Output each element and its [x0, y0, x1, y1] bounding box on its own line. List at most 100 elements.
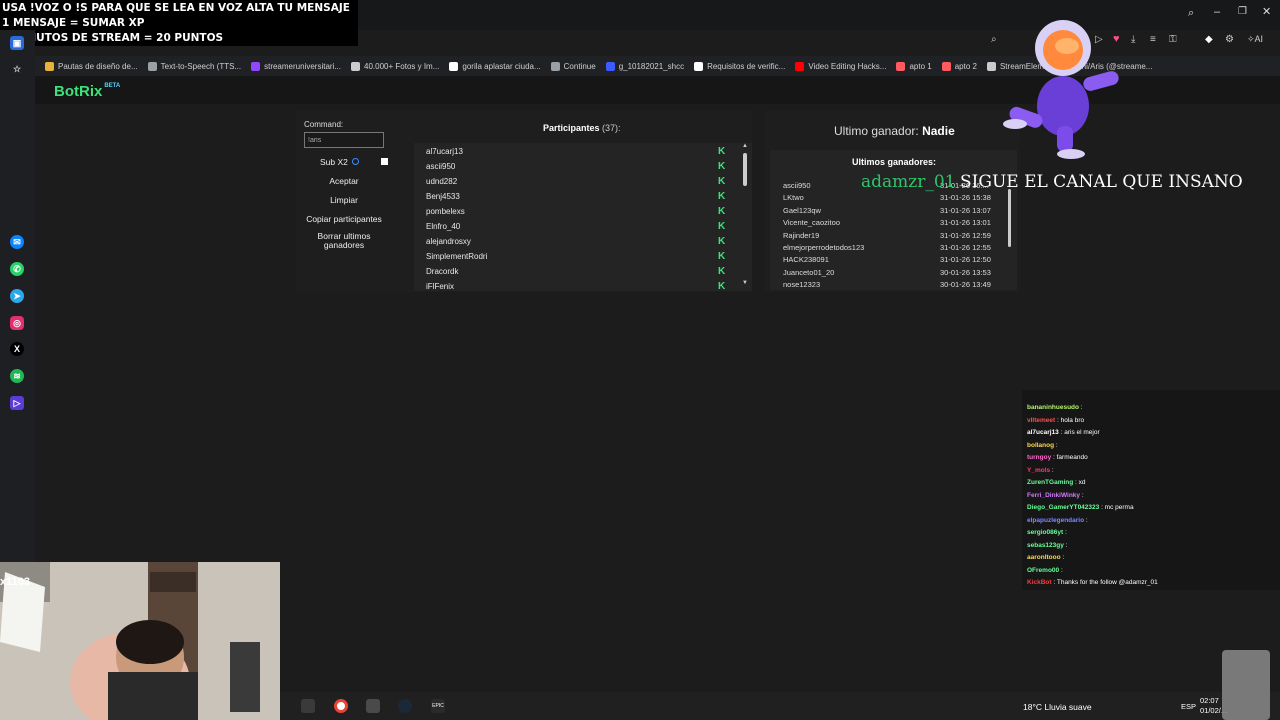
scroll-up-icon[interactable]: ▲	[742, 143, 748, 149]
botrix-logo[interactable]: BotRix BETA	[54, 83, 120, 100]
winners-list[interactable]: ascii950 31-01-26 16:... LKtwo 31-01-26 15:…	[770, 150, 1017, 290]
chat-message: KickBot : Thanks for the follow @adamzr_…	[1027, 579, 1158, 586]
participants-scroll-thumb[interactable]	[743, 153, 747, 186]
accept-button[interactable]: Aceptar	[320, 176, 368, 186]
bookmark-icon	[694, 61, 704, 71]
command-label: Command:	[304, 120, 344, 129]
menu-icon[interactable]: ≡	[1150, 34, 1156, 45]
logo-text: BotRix	[54, 83, 103, 100]
x-icon[interactable]: X	[10, 342, 24, 356]
bookmark-item[interactable]: Pautas de diseño de...	[45, 61, 138, 71]
participant-row[interactable]: Benj4533	[426, 192, 460, 201]
chat-username[interactable]: OFremo00	[1027, 567, 1059, 574]
participants-list[interactable]: al7ucarj13 Kascii950 Kudnd282 K Benj4533 Kpom…	[414, 143, 752, 291]
whatsapp-icon[interactable]: ✆	[10, 262, 24, 276]
bookmark-item[interactable]: g_10182021_shcc	[605, 61, 684, 71]
bookmark-label: 40.000+ Fotos y Im...	[364, 61, 440, 71]
clear-button[interactable]: Limpiar	[320, 195, 368, 205]
chat-username[interactable]: aaronltooo	[1027, 554, 1061, 561]
overlay-line: 5 MINUTOS DE STREAM = 20 PUNTOS	[2, 32, 224, 44]
chat-text: : farmeando	[1051, 454, 1088, 461]
chat-message: bananinhuesudo :	[1027, 404, 1083, 411]
chat-message: bollanog :	[1027, 442, 1058, 449]
bookmark-item[interactable]: Video Editing Hacks...	[795, 61, 886, 71]
epic-icon[interactable]: EPIC	[431, 699, 445, 713]
info-icon[interactable]	[352, 158, 359, 165]
chat-username[interactable]: al7ucarj13	[1027, 429, 1059, 436]
lock-icon[interactable]: ⚿	[1169, 34, 1177, 45]
participant-row[interactable]: Elnfro_40	[426, 222, 460, 231]
participants-title: Participantes (37):	[543, 123, 621, 133]
chat-text: :	[1054, 441, 1058, 449]
chat-username[interactable]: sebas123gy	[1027, 542, 1064, 549]
download-icon[interactable]: ⤓	[1131, 34, 1135, 45]
chat-username[interactable]: Y_mols	[1027, 467, 1050, 474]
maximize-icon[interactable]: ❐	[1238, 6, 1247, 17]
winners-scroll-thumb[interactable]	[1008, 189, 1011, 247]
chat-text: : aris el mejor	[1058, 429, 1100, 436]
minimize-icon[interactable]: –	[1214, 6, 1220, 18]
weather-widget[interactable]: 18°C Lluvia suave	[1023, 702, 1092, 712]
participant-row[interactable]: udnd282	[426, 177, 457, 186]
chat-message: aaronltooo :	[1027, 554, 1064, 561]
telegram-icon[interactable]: ➤	[10, 289, 24, 303]
chrome-icon[interactable]	[334, 699, 348, 713]
chat-username[interactable]: Diego_GamerYT042323	[1027, 504, 1099, 511]
star-icon[interactable]: ☆	[10, 62, 24, 76]
bookmark-item[interactable]: 40.000+ Fotos y Im...	[351, 61, 440, 71]
instagram-icon[interactable]: ◎	[10, 316, 24, 330]
sub-x2-label: Sub X2	[320, 157, 348, 167]
participant-row[interactable]: SimplementRodri	[426, 252, 487, 261]
spotify-icon[interactable]: ≋	[10, 369, 24, 383]
command-input[interactable]	[304, 132, 384, 148]
bookmark-label: Requisitos de verific...	[707, 61, 786, 71]
bookmark-item[interactable]: Continue	[550, 61, 596, 71]
chat-username[interactable]: Ferri_DinkiWinky	[1027, 492, 1080, 499]
chat-username[interactable]: vlltemeet	[1027, 417, 1055, 424]
chat-message: Y_mols :	[1027, 467, 1054, 474]
participant-row[interactable]: Dracordk	[426, 267, 458, 276]
chat-username[interactable]: ZurenTGaming	[1027, 479, 1073, 486]
scroll-down-icon[interactable]: ▼	[742, 280, 748, 286]
winner-name: HACK238091	[783, 255, 829, 265]
participant-row[interactable]: pombelexs	[426, 207, 465, 216]
participant-row[interactable]: al7ucarj13	[426, 147, 463, 156]
search-icon[interactable]: ⌕	[1188, 7, 1194, 20]
bookmark-item[interactable]: Requisitos de verific...	[694, 61, 786, 71]
close-icon[interactable]: ✕	[1262, 5, 1271, 18]
copy-participants-button[interactable]: Copiar participantes	[304, 214, 384, 224]
language-indicator[interactable]: ESP	[1181, 702, 1196, 711]
steam-icon[interactable]	[398, 699, 412, 713]
bookmark-icon	[795, 61, 805, 71]
bookmark-label: gorila aplastar ciuda...	[462, 61, 541, 71]
chat-username[interactable]: sergio086yt	[1027, 529, 1063, 536]
bookmark-item[interactable]: apto 1	[896, 61, 932, 71]
bookmark-item[interactable]: apto 2	[941, 61, 977, 71]
player-icon[interactable]: ▷	[10, 396, 24, 410]
winner-name: LKtwo	[783, 193, 804, 203]
winner-date: 31-01-26 13:01	[940, 218, 991, 228]
chat-username[interactable]: bananinhuesudo	[1027, 404, 1079, 411]
delete-winners-button[interactable]: Borrar ultimos ganadores	[304, 232, 384, 250]
diamond-icon[interactable]: ◆	[1205, 34, 1213, 45]
chat-username[interactable]: elpapuzlegendario	[1027, 517, 1084, 524]
participant-row[interactable]: iFlFenix	[426, 282, 454, 291]
participant-row[interactable]: alejandrosxy	[426, 237, 471, 246]
bookmark-item[interactable]: streameruniversitari...	[251, 61, 341, 71]
app-icon[interactable]: ▣	[10, 36, 24, 50]
sub-x2-checkbox[interactable]	[381, 158, 388, 165]
chat-username[interactable]: KickBot	[1027, 579, 1052, 586]
settings-icon[interactable]: ⚙	[1225, 34, 1234, 45]
follow-alert-name: adamzr_01	[861, 172, 956, 192]
bookmark-label: apto 1	[909, 61, 932, 71]
ai-button[interactable]: ✧AI	[1247, 34, 1263, 45]
taskview-icon[interactable]	[301, 699, 315, 713]
chat-username[interactable]: bollanog	[1027, 442, 1054, 449]
window-icon[interactable]	[366, 699, 380, 713]
participant-row[interactable]: ascii950	[426, 162, 455, 171]
chat-username[interactable]: turngoy	[1027, 454, 1051, 461]
chat-text: : xd	[1073, 479, 1086, 486]
bookmark-item[interactable]: Text-to-Speech (TTS...	[147, 61, 241, 71]
messenger-icon[interactable]: ✉	[10, 235, 24, 249]
bookmark-item[interactable]: gorila aplastar ciuda...	[449, 61, 541, 71]
